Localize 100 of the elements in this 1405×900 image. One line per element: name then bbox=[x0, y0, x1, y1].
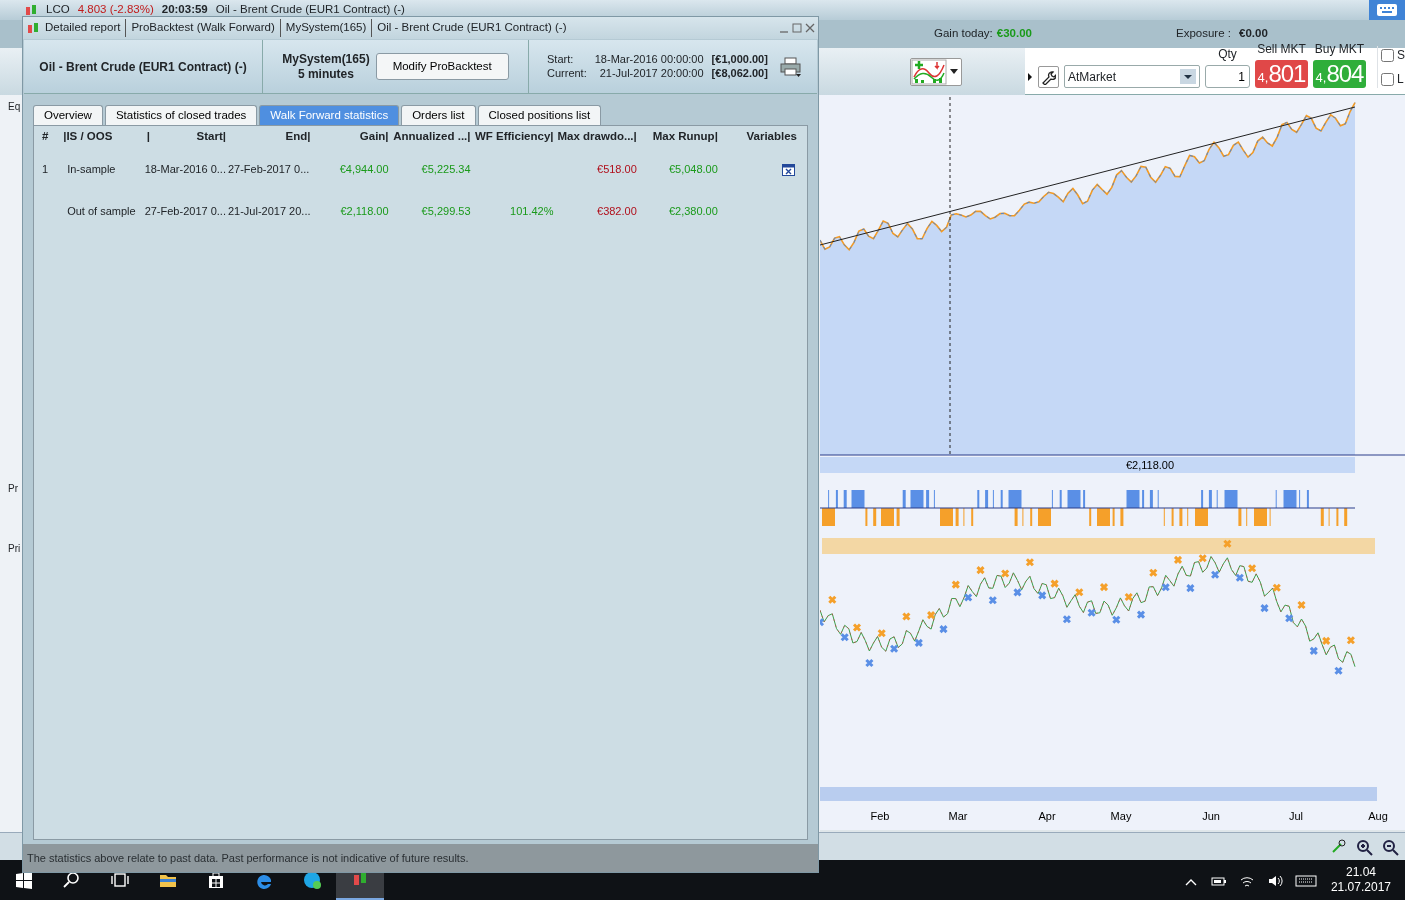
month-label: Mar bbox=[948, 810, 968, 822]
variables-icon[interactable] bbox=[782, 163, 795, 176]
panel-label: Eq bbox=[8, 100, 21, 114]
sell-marker bbox=[1074, 587, 1084, 597]
month-label: May bbox=[1110, 810, 1132, 822]
sell-marker bbox=[877, 628, 887, 638]
column-header[interactable]: Annualized ...| bbox=[390, 126, 473, 148]
column-header: Start| bbox=[196, 129, 226, 145]
zoom-in-icon[interactable] bbox=[1355, 837, 1373, 856]
sell-marker bbox=[1272, 583, 1282, 593]
sell-marker bbox=[1297, 600, 1306, 610]
month-label: Aug bbox=[1368, 810, 1388, 822]
buy-marker bbox=[939, 624, 948, 634]
buy-marker bbox=[864, 658, 874, 668]
column-header[interactable]: End| bbox=[227, 126, 313, 148]
sell-marker bbox=[852, 623, 862, 632]
sell-marker bbox=[1000, 569, 1010, 578]
table-cell: Out of sample bbox=[61, 190, 145, 232]
qty-field[interactable]: 1 bbox=[1205, 65, 1250, 88]
close-icon[interactable] bbox=[805, 23, 815, 33]
option-checkbox[interactable] bbox=[1381, 48, 1394, 62]
clock[interactable]: 21.04 21.07.2017 bbox=[1322, 865, 1405, 895]
keyboard-icon[interactable] bbox=[1294, 872, 1317, 889]
order-type-select[interactable]: AtMarket bbox=[1064, 65, 1200, 88]
sell-marker bbox=[1025, 557, 1035, 567]
sell-label: Sell MKT bbox=[1257, 41, 1306, 58]
search-icon[interactable] bbox=[62, 870, 82, 890]
gain-label: Gain today: bbox=[934, 26, 993, 42]
candlestick-icon bbox=[24, 3, 38, 17]
buy-marker bbox=[1260, 603, 1269, 613]
report-tab[interactable]: Closed positions list bbox=[477, 105, 602, 125]
modify-button[interactable]: Modify ProBacktest bbox=[375, 52, 509, 81]
table-cell: In-sample bbox=[61, 148, 145, 190]
column-header[interactable]: WF Efficiency| bbox=[472, 126, 556, 148]
sell-marker bbox=[1346, 635, 1356, 645]
sell-marker bbox=[1099, 582, 1109, 592]
column-header[interactable]: Max drawdo...| bbox=[555, 126, 639, 148]
sell-button[interactable]: 4,801 bbox=[1255, 60, 1308, 88]
panel-label: Pri bbox=[8, 542, 21, 556]
store-icon[interactable] bbox=[206, 870, 226, 890]
window-title: Oil - Brent Crude (EUR1 Contract) (-) bbox=[371, 19, 567, 37]
buy-marker bbox=[1062, 614, 1072, 624]
sell-marker bbox=[1247, 563, 1257, 573]
sell-marker bbox=[1124, 592, 1134, 602]
buy-marker bbox=[1284, 613, 1294, 623]
buy-marker bbox=[1210, 570, 1220, 580]
instrument-title: Oil - Brent Crude (EUR1 Contract) (-) bbox=[39, 58, 247, 76]
wrench-button[interactable] bbox=[1038, 66, 1059, 88]
sell-marker bbox=[827, 595, 837, 605]
current-label: Current: bbox=[547, 66, 587, 81]
sell-marker bbox=[951, 580, 961, 590]
window-title: Detailed report bbox=[45, 20, 121, 36]
sell-marker bbox=[1222, 539, 1232, 549]
column-header[interactable]: |IS / OOS bbox=[61, 126, 145, 148]
table-cell-text: 1 bbox=[41, 161, 50, 177]
task-view-icon[interactable] bbox=[110, 870, 130, 890]
column-header[interactable]: Max Runup| bbox=[638, 126, 720, 148]
table-cell-text: €5,048.00 bbox=[667, 161, 719, 177]
month-label: Feb bbox=[870, 810, 890, 822]
indicator-button[interactable] bbox=[910, 57, 962, 86]
report-tab[interactable]: Overview bbox=[33, 105, 103, 125]
printer-icon[interactable] bbox=[779, 56, 802, 77]
buy-marker bbox=[1136, 610, 1146, 620]
month-label: Jul bbox=[1288, 810, 1304, 822]
column-header[interactable]: Variables bbox=[719, 126, 807, 148]
buy-marker bbox=[988, 595, 998, 605]
sell-marker bbox=[1198, 553, 1208, 563]
table-cell-text: €5,299.53 bbox=[420, 203, 472, 219]
caret-icon bbox=[950, 69, 958, 74]
candlestick-icon bbox=[26, 21, 40, 35]
maximize-icon[interactable] bbox=[792, 23, 802, 33]
report-tab[interactable]: Orders list bbox=[401, 105, 476, 125]
keyboard-icon[interactable] bbox=[1376, 3, 1398, 17]
table-cell-text: €2,380.00 bbox=[667, 203, 719, 219]
table-cell-text: 101.42% bbox=[509, 203, 555, 219]
buy-marker bbox=[1235, 573, 1245, 583]
option-checkbox[interactable] bbox=[1381, 72, 1394, 86]
window-title: ProBacktest (Walk Forward) bbox=[125, 19, 275, 37]
buy-marker bbox=[840, 632, 850, 642]
column-header[interactable]: Gain| bbox=[312, 126, 391, 148]
sell-marker bbox=[1050, 579, 1060, 589]
chat-app-icon[interactable] bbox=[302, 870, 322, 890]
sell-marker bbox=[1148, 568, 1158, 578]
timeframe-label: 5 minutes bbox=[297, 66, 354, 82]
start-icon[interactable] bbox=[14, 870, 34, 890]
report-tab[interactable]: Statistics of closed trades bbox=[104, 105, 258, 125]
buy-label: Buy MKT bbox=[1314, 41, 1365, 58]
option-label: L bbox=[1397, 71, 1404, 88]
buy-marker bbox=[1037, 590, 1047, 600]
buy-marker bbox=[1334, 666, 1343, 676]
table-cell: 27-Feb-2017 0... bbox=[144, 190, 228, 232]
indicator-chart-icon bbox=[911, 58, 947, 85]
table-cell-text: €5,225.34 bbox=[420, 161, 472, 177]
column-header[interactable]: # bbox=[34, 126, 62, 148]
zoom-out-icon[interactable] bbox=[1381, 837, 1399, 856]
option-label: S bbox=[1397, 47, 1405, 64]
symbol-label: LCO bbox=[46, 2, 70, 18]
table-cell-text: 21-Jul-2017 20... bbox=[227, 203, 312, 219]
buy-marker bbox=[1185, 583, 1195, 593]
column-separator: | bbox=[146, 129, 150, 145]
